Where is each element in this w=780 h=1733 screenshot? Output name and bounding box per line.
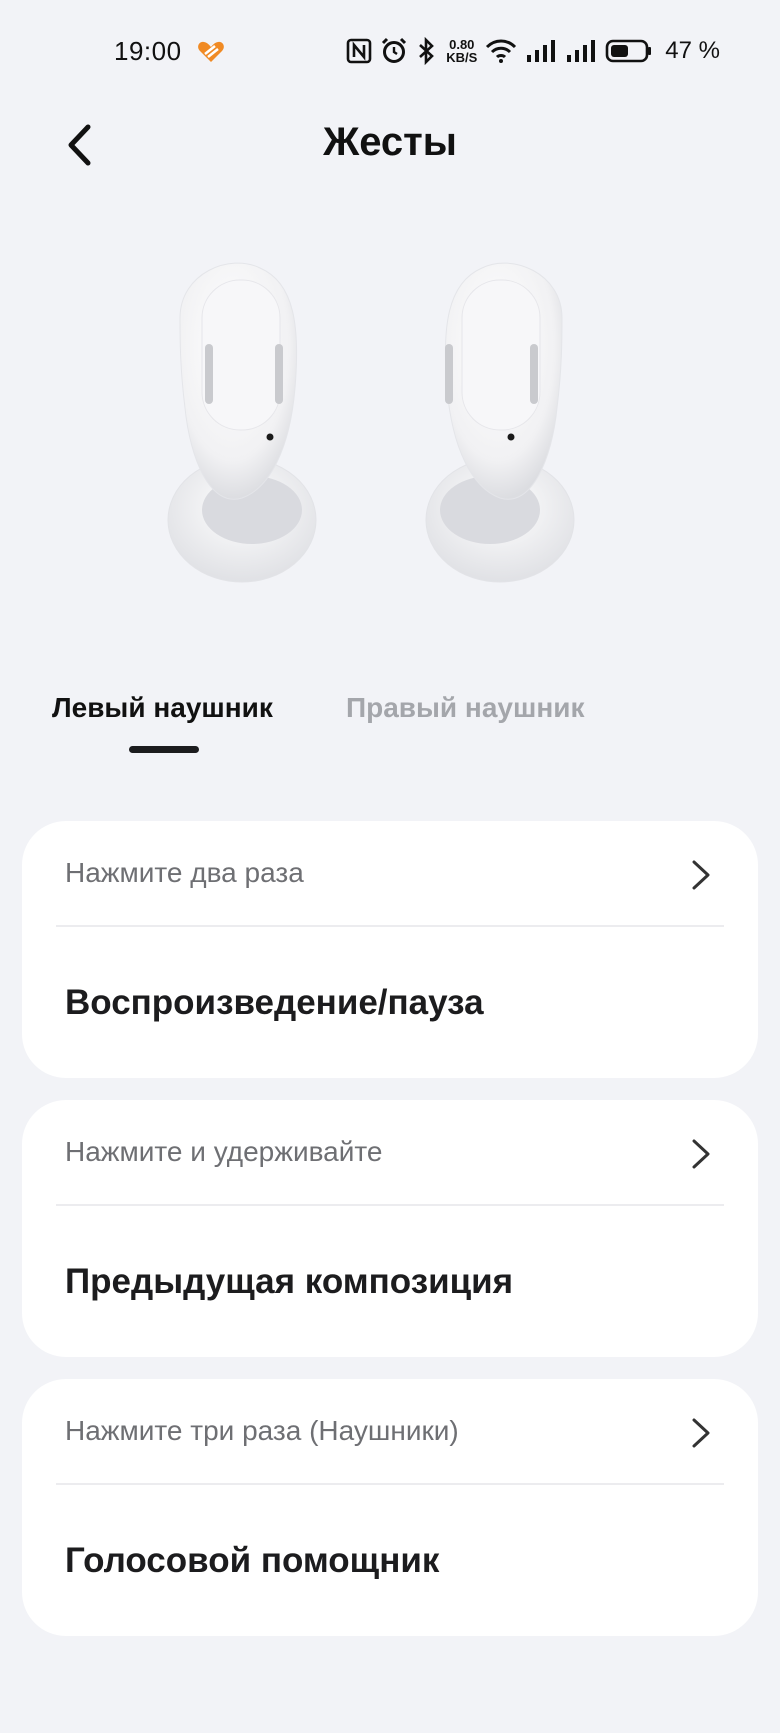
gesture-card-double-tap[interactable]: Нажмите два раза Воспроизведение/пауза	[22, 821, 758, 1078]
gesture-action: Голосовой помощник	[65, 1541, 440, 1580]
gesture-label: Нажмите два раза	[65, 857, 304, 888]
battery-percent: 47 %	[665, 37, 720, 64]
gesture-action: Воспроизведение/пауза	[65, 983, 484, 1022]
gesture-card-triple-tap[interactable]: Нажмите три раза (Наушники) Голосовой по…	[22, 1379, 758, 1636]
header: Жесты	[0, 104, 780, 184]
divider	[56, 925, 724, 927]
chevron-right-icon	[692, 1418, 710, 1448]
divider	[56, 1483, 724, 1485]
signal-icon	[565, 39, 597, 63]
bluetooth-icon	[416, 37, 438, 65]
page-title: Жесты	[323, 120, 457, 164]
gesture-label: Нажмите и удерживайте	[65, 1136, 383, 1167]
heart-app-icon	[196, 40, 226, 64]
gesture-action: Предыдущая композиция	[65, 1262, 514, 1301]
gesture-card-press-hold[interactable]: Нажмите и удерживайте Предыдущая компози…	[22, 1100, 758, 1357]
right-earbud	[425, 262, 575, 583]
divider	[56, 1204, 724, 1206]
chevron-right-icon	[692, 1139, 710, 1169]
signal-icon	[525, 39, 557, 63]
left-earbud	[167, 262, 317, 583]
chevron-right-icon	[692, 860, 710, 890]
tab-active-indicator	[129, 746, 199, 753]
nfc-icon	[346, 38, 372, 64]
wifi-icon	[485, 38, 517, 64]
gesture-label: Нажмите три раза (Наушники)	[65, 1415, 459, 1446]
net-speed-unit: KB/S	[446, 50, 478, 65]
tab-left-earbud[interactable]: Левый наушник	[52, 692, 273, 724]
status-icons: 0.80 KB/S 47 %	[346, 34, 720, 68]
earbud-tabs: Левый наушник Правый наушник	[0, 680, 780, 760]
alarm-icon	[380, 37, 408, 65]
status-time: 19:00	[114, 36, 182, 66]
net-speed: 0.80 KB/S	[446, 38, 477, 64]
status-bar: 19:00 0.80 KB/S 47 %	[0, 0, 780, 104]
battery-icon	[605, 38, 653, 64]
tab-right-earbud[interactable]: Правый наушник	[346, 692, 584, 724]
earbuds-image	[150, 258, 630, 598]
